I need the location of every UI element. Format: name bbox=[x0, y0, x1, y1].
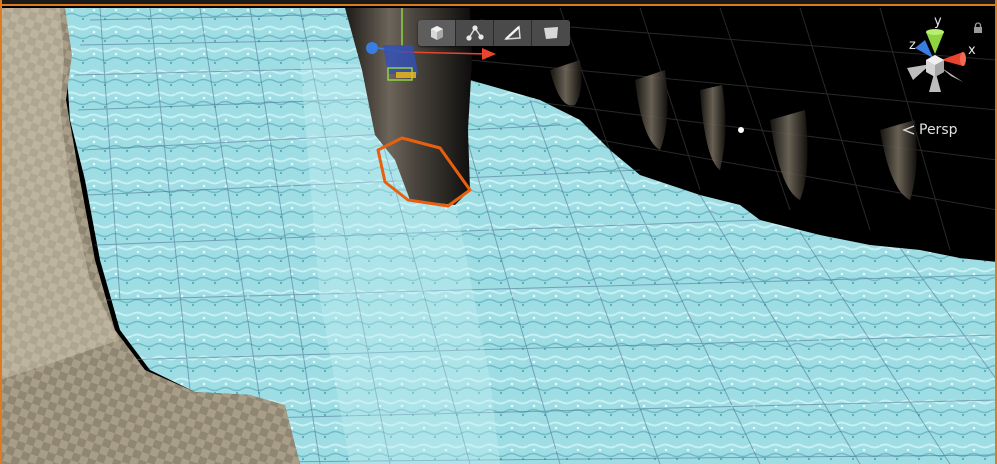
gizmo-z-cone[interactable] bbox=[915, 40, 933, 58]
viewport-top-border bbox=[0, 0, 997, 6]
orientation-gizmo[interactable]: y x z bbox=[893, 14, 983, 106]
vertex-mode-button[interactable] bbox=[456, 20, 494, 46]
object-mode-button[interactable] bbox=[418, 20, 456, 46]
edge-mode-button[interactable] bbox=[494, 20, 532, 46]
light-gizmo[interactable] bbox=[738, 127, 744, 133]
face-mode-button[interactable] bbox=[532, 20, 570, 46]
perspective-icon bbox=[902, 125, 915, 135]
projection-label: Persp bbox=[919, 122, 958, 138]
gizmo-x-label: x bbox=[968, 43, 976, 58]
selection-mode-toolbar bbox=[418, 20, 570, 46]
lock-icon[interactable] bbox=[973, 22, 983, 34]
edge-icon bbox=[503, 25, 521, 40]
vertex-icon bbox=[465, 25, 484, 41]
gizmo-z-label: z bbox=[909, 38, 916, 53]
scene-viewport[interactable]: y x z Persp bbox=[0, 0, 997, 464]
gizmo-y-label: y bbox=[934, 14, 942, 29]
gizmo-x-cone[interactable] bbox=[941, 52, 966, 66]
viewport-left-border bbox=[0, 0, 2, 464]
scene-render[interactable] bbox=[0, 0, 997, 464]
face-icon bbox=[544, 27, 558, 39]
cube-icon bbox=[430, 26, 443, 40]
projection-toggle[interactable]: Persp bbox=[902, 122, 958, 138]
gizmo-center-cube[interactable] bbox=[926, 55, 944, 77]
